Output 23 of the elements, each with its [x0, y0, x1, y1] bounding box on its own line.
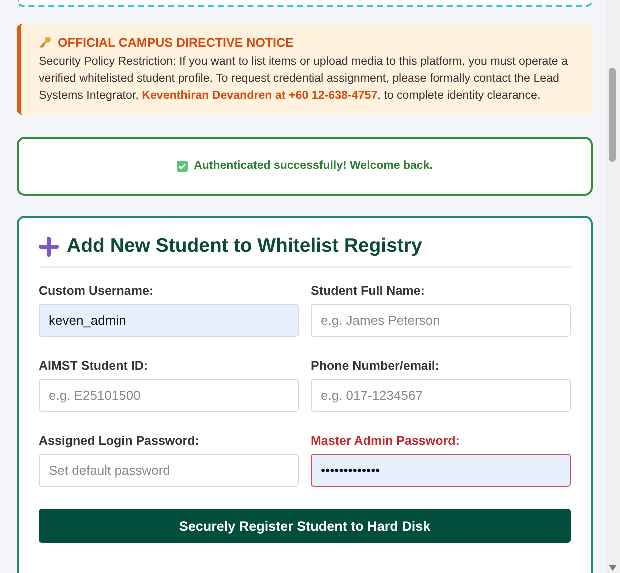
scroll-down-icon[interactable]: [609, 565, 617, 571]
notice-title: OFFICIAL CAMPUS DIRECTIVE NOTICE: [58, 36, 294, 50]
field-label: Phone Number/email:: [311, 359, 440, 373]
field-label: Custom Username:: [39, 284, 155, 298]
input-field[interactable]: e.g. James Peterson: [311, 304, 571, 337]
input-field[interactable]: keven_admin: [39, 304, 299, 337]
register-button[interactable]: Securely Register Student to Hard Disk: [39, 509, 571, 543]
notice-text: Security Policy Restriction: If you want to list items or upload media to this platform, you must operate a verified whitelisted student profile. To request credential assignment, please formally contact the Lead Systems Integrator, Keventhiran Devandren at +60 12-638-4757, to complete identity clearance.: [39, 54, 570, 104]
input-field[interactable]: e.g. 017-1234567: [311, 379, 571, 412]
scrollbar-thumb[interactable]: [609, 68, 616, 162]
field-label: AIMST Student ID:: [39, 359, 150, 373]
input-field[interactable]: e.g. E25101500: [39, 379, 299, 412]
scrollbar[interactable]: [606, 0, 620, 573]
input-field[interactable]: Set default password: [39, 454, 299, 487]
plus-icon: [39, 236, 59, 256]
key-icon: [39, 36, 52, 50]
status-message: Authenticated successfully! Welcome back.: [194, 160, 433, 172]
field-label: Student Full Name:: [311, 284, 426, 298]
field-label: Master Admin Password:: [311, 434, 461, 448]
form-title: Add New Student to Whitelist Registry: [67, 235, 422, 258]
field-label: Assigned Login Password:: [39, 434, 200, 448]
input-field[interactable]: •••••••••••••: [311, 454, 571, 487]
check-icon: [177, 160, 188, 172]
